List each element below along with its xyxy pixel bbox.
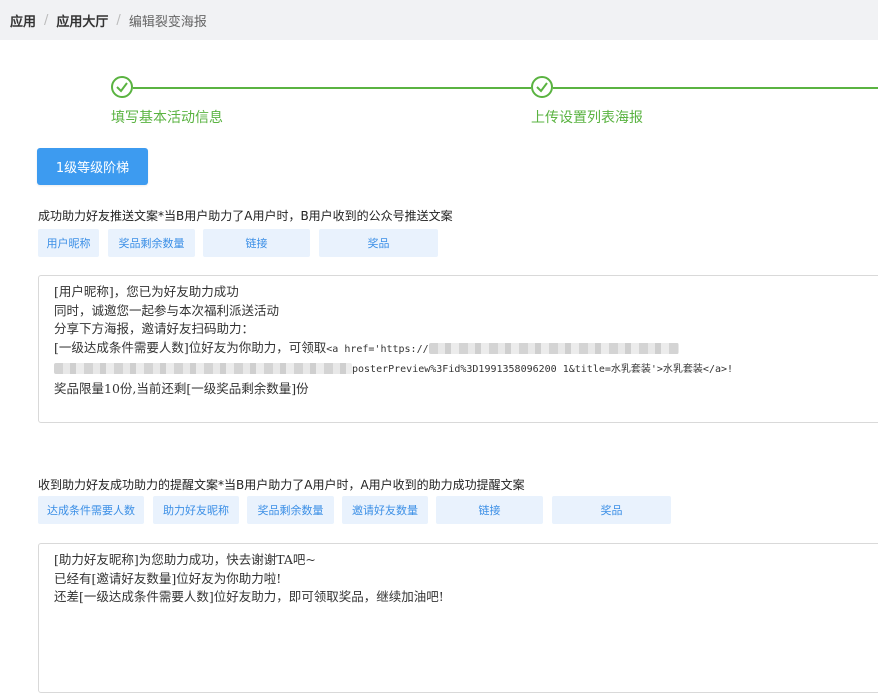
tag-helper-nickname[interactable]: 助力好友昵称 bbox=[153, 496, 239, 524]
section-2-title: 收到助力好友成功助力的提醒文案*当B用户助力了A用户时，A用户收到的助力成功提醒… bbox=[38, 478, 525, 492]
step-connector-line bbox=[133, 87, 531, 89]
step-1-check-icon bbox=[111, 76, 133, 98]
tag-user-nickname[interactable]: 用户昵称 bbox=[38, 229, 99, 257]
tag-required-count[interactable]: 达成条件需要人数 bbox=[38, 496, 144, 524]
breadcrumb-separator: / bbox=[116, 12, 121, 28]
section-2-message-textarea[interactable]: [助力好友昵称]为您助力成功，快去谢谢TA吧~ 已经有[邀请好友数量]位好友为你… bbox=[38, 543, 878, 693]
breadcrumb: 应用 / 应用大厅 / 编辑裂变海报 bbox=[0, 0, 878, 40]
tag-link[interactable]: 链接 bbox=[203, 229, 310, 257]
breadcrumb-item-edit-poster: 编辑裂变海报 bbox=[128, 14, 207, 30]
breadcrumb-item-apps[interactable]: 应用 bbox=[10, 11, 36, 30]
step-1-label: 填写基本活动信息 bbox=[111, 110, 223, 126]
message-line: [用户昵称]，您已为好友助力成功 bbox=[54, 284, 239, 299]
message-line: 同时，诚邀您一起参与本次福利派送活动 bbox=[54, 302, 280, 318]
tag-prize-remaining[interactable]: 奖品剩余数量 bbox=[108, 229, 195, 257]
breadcrumb-item-app-hall[interactable]: 应用大厅 bbox=[56, 11, 108, 30]
link-code: posterPreview%3Fid%3D1991358096200 1&tit… bbox=[352, 364, 734, 375]
breadcrumb-separator: / bbox=[44, 12, 49, 28]
tag-invited-count[interactable]: 邀请好友数量 bbox=[342, 496, 428, 524]
message-line-with-link: [一级达成条件需要人数]位好友为你助力，可领取<a href='https:// bbox=[54, 339, 878, 360]
step-2-check-icon bbox=[531, 76, 553, 98]
message-line: 分享下方海报，邀请好友扫码助力： bbox=[54, 321, 255, 336]
link-code: <a href='https:// bbox=[326, 343, 429, 355]
step-connector-line bbox=[553, 87, 878, 89]
tag-link[interactable]: 链接 bbox=[436, 496, 543, 524]
tag-prize[interactable]: 奖品 bbox=[319, 229, 438, 257]
level-tier-button[interactable]: 1级等级阶梯 bbox=[37, 148, 148, 185]
message-line: 已经有[邀请好友数量]位好友为你助力啦! bbox=[54, 570, 282, 586]
section-1-message-textarea[interactable]: [用户昵称]，您已为好友助力成功 同时，诚邀您一起参与本次福利派送活动 分享下方… bbox=[38, 275, 878, 423]
section-1-title: 成功助力好友推送文案*当B用户助力了A用户时，B用户收到的公众号推送文案 bbox=[38, 209, 453, 223]
message-line-with-link: posterPreview%3Fid%3D1991358096200 1&tit… bbox=[54, 359, 878, 380]
message-line: 奖品限量10份,当前还剩[一级奖品剩余数量]份 bbox=[54, 380, 309, 396]
message-text: [一级达成条件需要人数]位好友为你助力，可领取 bbox=[54, 339, 327, 355]
tag-prize[interactable]: 奖品 bbox=[552, 496, 671, 524]
tag-prize-remaining[interactable]: 奖品剩余数量 bbox=[247, 496, 334, 524]
message-line: 还差[一级达成条件需要人数]位好友助力，即可领取奖品，继续加油吧! bbox=[54, 589, 444, 604]
message-line: [助力好友昵称]为您助力成功，快去谢谢TA吧~ bbox=[54, 552, 316, 567]
step-2-label: 上传设置列表海报 bbox=[531, 110, 643, 126]
redacted-url-blur bbox=[428, 342, 679, 354]
step-progress: 填写基本活动信息 上传设置列表海报 bbox=[0, 76, 878, 136]
redacted-url-blur bbox=[54, 363, 352, 374]
